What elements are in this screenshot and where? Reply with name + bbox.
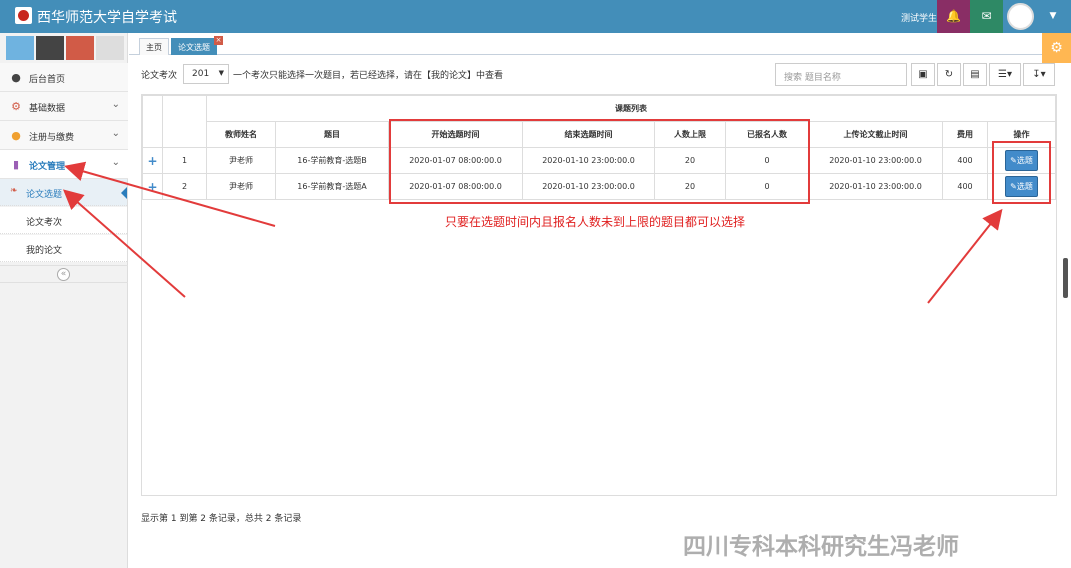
shortcut-button-4[interactable] bbox=[96, 36, 124, 60]
chevron-down-icon: ⌄ bbox=[111, 99, 120, 110]
shortcut-button-2[interactable] bbox=[36, 36, 64, 60]
export-dropdown-icon[interactable]: ↧▾ bbox=[1023, 63, 1055, 86]
annotation-text: 只要在选题时间内且报名人数未到上限的题目都可以选择 bbox=[445, 215, 746, 229]
scrollbar-thumb[interactable] bbox=[1063, 258, 1068, 298]
cogs-icon: ⚙ bbox=[11, 100, 21, 113]
leaf-icon: ❧ bbox=[10, 186, 18, 196]
cell-teacher: 尹老师 bbox=[206, 173, 276, 200]
tab-bar: 主页 论文选题 bbox=[129, 33, 1071, 55]
active-indicator bbox=[121, 187, 127, 199]
book-icon: ▮ bbox=[12, 158, 20, 171]
user-name[interactable]: 测试学生 bbox=[901, 11, 937, 24]
double-chevron-left-icon[interactable]: « bbox=[57, 268, 70, 281]
sidebar-item-label: 论文考次 bbox=[26, 218, 63, 228]
logo-icon bbox=[15, 7, 32, 24]
user-menu-caret-icon[interactable]: ▼ bbox=[1040, 0, 1066, 33]
table-group-header: 课题列表 bbox=[206, 95, 1056, 122]
toggle-view-icon[interactable]: ▤ bbox=[963, 63, 987, 86]
detail-column-header bbox=[142, 95, 163, 148]
toggle-pagination-icon[interactable]: ▣ bbox=[911, 63, 935, 86]
column-header: 上传论文截止时间 bbox=[808, 121, 943, 148]
watermark: 四川专科本科研究生冯老师 bbox=[683, 534, 959, 560]
exam-session-label: 论文考次 bbox=[141, 71, 178, 81]
exam-session-value: 201 bbox=[192, 69, 210, 79]
pagination-summary: 显示第 1 到第 2 条记录，总共 2 条记录 bbox=[141, 514, 302, 524]
selection-note: 一个考次只能选择一次题目，若已经选择，请在【我的论文】中查看 bbox=[233, 71, 504, 81]
column-header: 费用 bbox=[942, 121, 988, 148]
cell-topic: 16-学前教育-选题A bbox=[275, 173, 389, 200]
close-tab-icon[interactable]: × bbox=[214, 36, 223, 45]
toolbar: 论文考次 201 ▼ 一个考次只能选择一次题目，若已经选择，请在【我的论文】中查… bbox=[141, 62, 1061, 88]
cell-no: 1 bbox=[162, 147, 207, 174]
cell-deadline: 2020-01-10 23:00:00.0 bbox=[808, 173, 943, 200]
exam-session-select[interactable]: 201 ▼ bbox=[183, 64, 229, 84]
cell-teacher: 尹老师 bbox=[206, 147, 276, 174]
columns-dropdown-icon[interactable]: ☰▾ bbox=[989, 63, 1021, 86]
chevron-down-icon: ⌄ bbox=[111, 157, 120, 168]
cell-deadline: 2020-01-10 23:00:00.0 bbox=[808, 147, 943, 174]
sidebar-subitem-topic-select[interactable]: ❧ 论文选题 bbox=[0, 179, 127, 206]
sidebar-item-basic-data[interactable]: ⚙ 基础数据 ⌄ bbox=[0, 92, 128, 121]
chevron-down-icon: ⌄ bbox=[111, 128, 120, 139]
expand-row-icon[interactable]: + bbox=[142, 173, 163, 200]
shortcut-button-1[interactable] bbox=[6, 36, 34, 60]
sidebar-item-label: 基础数据 bbox=[29, 104, 66, 114]
column-header: 教师姓名 bbox=[206, 121, 276, 148]
sidebar-item-label: 论文管理 bbox=[29, 162, 66, 172]
comments-icon: ● bbox=[11, 129, 21, 142]
sidebar-item-label: 我的论文 bbox=[26, 246, 63, 256]
sidebar-item-label: 后台首页 bbox=[29, 75, 66, 85]
sidebar: ● 后台首页 ⚙ 基础数据 ⌄ ● 注册与缴费 ⌄ ▮ 论文管理 ⌄ ❧ 论文选… bbox=[0, 33, 128, 568]
avatar[interactable] bbox=[1003, 0, 1039, 33]
sidebar-item-registration[interactable]: ● 注册与缴费 ⌄ bbox=[0, 121, 128, 150]
top-navbar: 西华师范大学自学考试 测试学生 🔔 ✉ ▼ bbox=[0, 0, 1071, 33]
sidebar-item-label: 论文选题 bbox=[26, 190, 63, 200]
shortcut-button-3[interactable] bbox=[66, 36, 94, 60]
envelope-icon[interactable]: ✉ bbox=[970, 0, 1003, 33]
app-title: 西华师范大学自学考试 bbox=[37, 10, 177, 26]
cell-fee: 400 bbox=[942, 147, 988, 174]
cell-no: 2 bbox=[162, 173, 207, 200]
highlight-box-time-range bbox=[389, 119, 810, 204]
sidebar-item-thesis[interactable]: ▮ 论文管理 ⌄ bbox=[0, 150, 128, 179]
sidebar-item-label: 注册与缴费 bbox=[29, 133, 75, 143]
search-input[interactable]: 搜索 题目名称 bbox=[775, 63, 907, 86]
tab-topic-select[interactable]: 论文选题 bbox=[171, 38, 217, 55]
sidebar-subitem-exam-session[interactable]: 论文考次 bbox=[0, 207, 127, 234]
refresh-icon[interactable]: ↻ bbox=[937, 63, 961, 86]
bell-icon[interactable]: 🔔 bbox=[937, 0, 970, 33]
expand-row-icon[interactable]: + bbox=[142, 147, 163, 174]
sidebar-collapse: « bbox=[0, 265, 128, 283]
caret-down-icon: ▼ bbox=[218, 69, 224, 77]
column-header: 题目 bbox=[275, 121, 389, 148]
settings-gear-icon[interactable]: ⚙ bbox=[1042, 33, 1071, 63]
cell-fee: 400 bbox=[942, 173, 988, 200]
tab-home[interactable]: 主页 bbox=[139, 38, 169, 55]
sidebar-item-home[interactable]: ● 后台首页 bbox=[0, 63, 128, 92]
highlight-box-action bbox=[992, 141, 1051, 204]
cell-topic: 16-学前教育-选题B bbox=[275, 147, 389, 174]
dashboard-icon: ● bbox=[11, 71, 21, 84]
sidebar-subitem-my-thesis[interactable]: 我的论文 bbox=[0, 235, 127, 262]
